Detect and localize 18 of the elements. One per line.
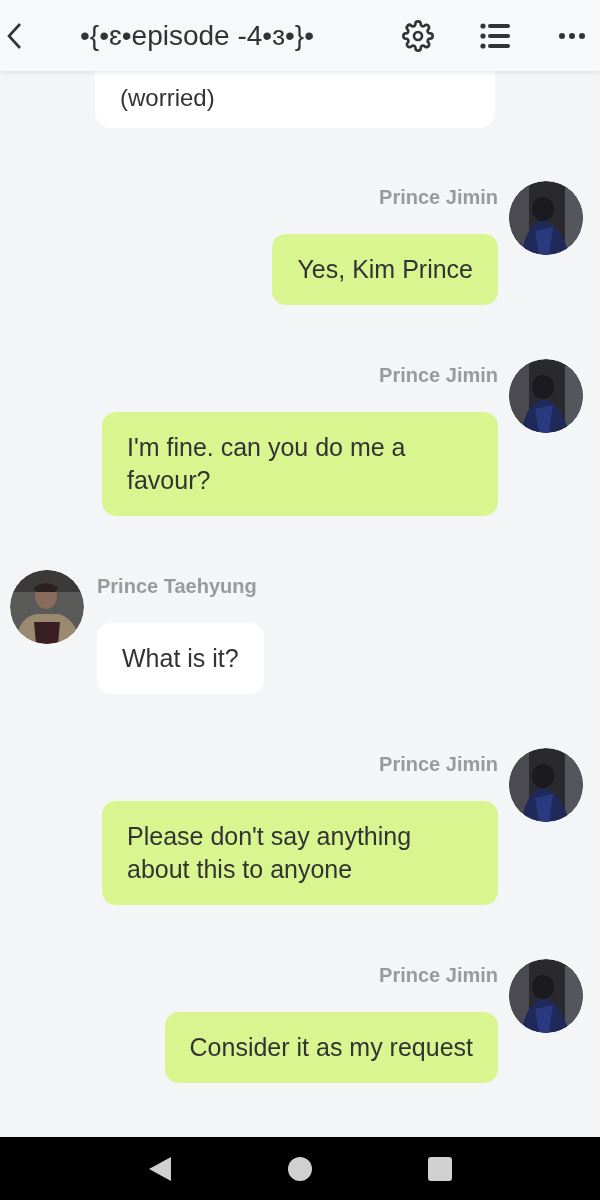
sender-name: Prince Jimin	[379, 363, 498, 389]
sender-name: Prince Jimin	[379, 185, 498, 211]
message-bubble: Yes, Kim Prince	[272, 234, 498, 306]
list-icon[interactable]	[480, 22, 510, 49]
message-bubble: (worried)	[95, 71, 495, 129]
message-bubble: Please don't say anything about this to anyone	[102, 801, 498, 906]
back-icon[interactable]	[147, 1154, 173, 1183]
more-icon[interactable]	[558, 31, 586, 40]
sender-name: Prince Jimin	[379, 752, 498, 778]
sender-name: Prince Jimin	[379, 963, 498, 989]
sender-name: Prince Taehyung	[97, 574, 257, 600]
home-icon[interactable]	[287, 1155, 313, 1182]
message-bubble: I'm fine. can you do me a favour?	[102, 412, 498, 517]
settings-icon[interactable]	[402, 19, 434, 52]
episode-title: •{•ɛ•episode -4•ɜ•}•	[80, 18, 314, 53]
recents-icon[interactable]	[427, 1155, 453, 1182]
message-bubble: Consider it as my request	[164, 1012, 498, 1084]
message-bubble: What is it?	[97, 623, 264, 695]
